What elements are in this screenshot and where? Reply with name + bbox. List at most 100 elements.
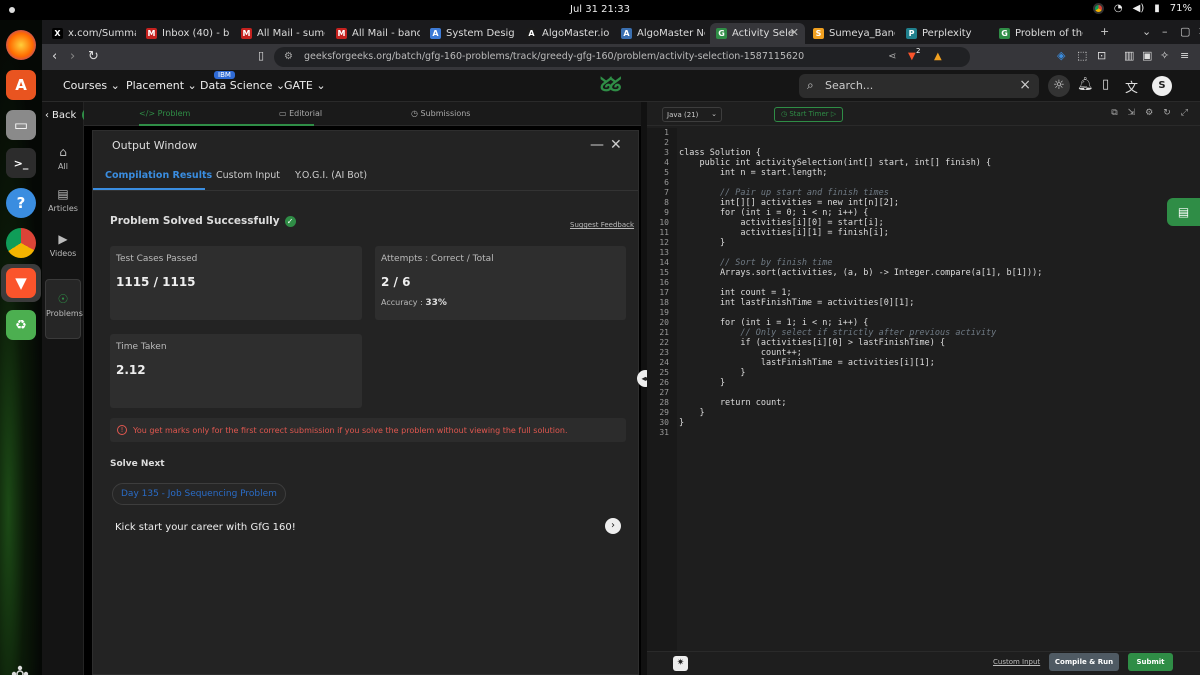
system-tray[interactable]: ◔ ◀) ▮ 71% [1092,3,1192,14]
browser-tab[interactable]: G Problem of the [993,23,1083,44]
tab-yogi-ai-bot[interactable]: Y.O.G.I. (AI Bot) [295,170,367,181]
help-icon[interactable]: ? [6,188,36,218]
sidebar-icon[interactable]: ▥ [1124,49,1134,62]
chrome-icon[interactable] [6,228,36,258]
custom-input-link[interactable]: Custom Input [993,658,1040,666]
close-output-button[interactable]: ✕ [610,137,622,153]
code-line[interactable]: // Only select if strictly after previou… [679,328,996,338]
browser-tab[interactable]: S Sumeya_Bano [807,23,895,44]
browser-tab[interactable]: G Activity Sele ✕ [710,23,805,44]
code-line[interactable]: // Pair up start and finish times [679,188,889,198]
reload-icon[interactable]: ↻ [88,49,99,64]
mobile-app-icon[interactable]: ▯ [1102,77,1109,92]
minimize-output-button[interactable]: — [590,137,604,153]
rail-item-articles[interactable]: ▤ Articles [42,187,84,213]
chat-icon[interactable]: ▤ [1167,198,1200,226]
code-line[interactable]: int count = 1; [679,288,792,298]
code-line[interactable]: for (int i = 0; i < n; i++) { [679,208,868,218]
brave-icon[interactable]: ▼ [6,268,36,298]
forward-nav-button[interactable]: › [70,49,75,64]
tab-problem[interactable]: </> Problem [139,109,190,118]
user-avatar[interactable]: S [1152,76,1172,96]
code-line[interactable]: return count; [679,398,787,408]
minimize-window-button[interactable]: – [1162,25,1168,38]
nav-placement[interactable]: Placement ⌄ [126,79,197,92]
code-line[interactable]: for (int i = 1; i < n; i++) { [679,318,868,328]
browser-tab[interactable]: M All Mail - sume [235,23,325,44]
code-line[interactable]: // Sort by finish time [679,258,833,268]
clear-search-icon[interactable]: × [1019,77,1031,93]
browser-tab[interactable]: P Perplexity [900,23,988,44]
code-line[interactable]: } [679,418,684,428]
code-line[interactable]: } [679,378,725,388]
code-line[interactable]: int n = start.length; [679,168,827,178]
tab-custom-input[interactable]: Custom Input [216,170,280,181]
bookmark-icon[interactable]: ▯ [258,49,264,62]
code-line[interactable]: int lastFinishTime = activities[0][1]; [679,298,914,308]
search-input[interactable]: ⌕ Search... × [799,74,1039,98]
share-icon[interactable]: ⋖ [888,51,896,62]
code-line[interactable]: } [679,408,704,418]
nav-gate[interactable]: GATE ⌄ [284,79,326,92]
maximize-window-button[interactable]: ▢ [1180,25,1190,38]
wallet-icon[interactable]: ▣ [1142,49,1152,62]
back-nav-button[interactable]: ‹ [52,49,57,64]
browser-tab[interactable]: M Inbox (40) - ban [140,23,230,44]
browser-tab[interactable]: Xx.com/SummaS [46,23,136,44]
fullscreen-icon[interactable]: ⤢ [1181,108,1188,118]
rail-item-all[interactable]: ⌂ All [42,145,84,171]
screenshot-icon[interactable]: ⊡ [1097,49,1106,62]
browser-tab[interactable]: M All Mail - banos [330,23,420,44]
system-clock[interactable]: Jul 31 21:33 [0,4,1200,15]
theme-toggle-icon[interactable]: ☼ [1048,75,1070,97]
code-line[interactable]: if (activities[i][0] > lastFinishTime) { [679,338,945,348]
next-problem-link[interactable]: Day 135 - Job Sequencing Problem [112,483,286,505]
app-center-icon[interactable]: A [6,70,36,100]
extension-icon[interactable]: ⬚ [1077,49,1087,62]
browser-tab[interactable]: A AlgoMaster Ne [615,23,705,44]
code-line[interactable]: activities[i][0] = start[i]; [679,218,883,228]
browser-tab[interactable]: A AlgoMaster.io - [520,23,610,44]
compile-run-button[interactable]: Compile & Run [1049,653,1119,671]
notification-bell-icon[interactable]: 🔔︎ [1077,77,1094,92]
submit-button[interactable]: Submit [1128,653,1173,671]
site-info-icon[interactable]: ⚙ [284,51,293,62]
vpn-icon[interactable]: ◈ [1057,49,1065,62]
translate-icon[interactable]: 文 [1125,77,1138,96]
close-tab-icon[interactable]: ✕ [790,26,799,39]
menu-icon[interactable]: ≡ [1180,49,1189,62]
url-bar[interactable]: ⚙ geeksforgeeks.org/batch/gfg-160-proble… [274,47,970,67]
import-icon[interactable]: ⇲ [1128,108,1136,118]
trash-icon[interactable]: ♻ [6,310,36,340]
new-tab-button[interactable]: + [1100,25,1109,38]
leo-ai-icon[interactable]: ✧ [1160,49,1169,62]
code-line[interactable]: Arrays.sort(activities, (a, b) -> Intege… [679,268,1042,278]
settings-icon[interactable]: ⚙ [1145,108,1153,118]
language-select[interactable]: Java (21) ⌄ [662,107,722,122]
code-line[interactable]: int[][] activities = new int[n][2]; [679,198,899,208]
code-line[interactable]: } [679,238,725,248]
code-line[interactable]: activities[i][1] = finish[i]; [679,228,888,238]
code-line[interactable]: public int activitySelection(int[] start… [679,158,991,168]
copy-icon[interactable]: ⧉ [1111,108,1117,118]
code-line[interactable]: } [679,368,745,378]
nav-courses[interactable]: Courses ⌄ [63,79,120,92]
rail-item-problems[interactable]: ☉ Problems [45,279,83,339]
files-icon[interactable]: ▭ [6,110,36,140]
firefox-icon[interactable] [6,30,36,60]
suggest-feedback-link[interactable]: Suggest Feedback [570,221,634,229]
terminal-icon[interactable]: >_ [6,148,36,178]
nav-data-science[interactable]: Data Science ⌄ [200,79,285,92]
browser-tab[interactable]: A System Design [424,23,514,44]
tab-editorial[interactable]: ▭ Editorial [279,109,322,118]
chrome-tray-icon[interactable] [1092,3,1104,14]
rail-item-videos[interactable]: ▶ Videos [42,232,84,258]
tab-search-icon[interactable]: ⌄ [1142,25,1151,38]
brave-rewards-icon[interactable]: ▲ [934,51,942,62]
gfg-logo[interactable]: ᘜᘜ [600,74,622,96]
hint-bulb-icon[interactable]: ✷ [673,656,688,671]
tab-submissions[interactable]: ◷ Submissions [411,109,470,118]
chevron-right-icon[interactable]: › [605,518,621,534]
reset-icon[interactable]: ↻ [1163,108,1171,118]
code-line[interactable]: count++; [679,348,802,358]
